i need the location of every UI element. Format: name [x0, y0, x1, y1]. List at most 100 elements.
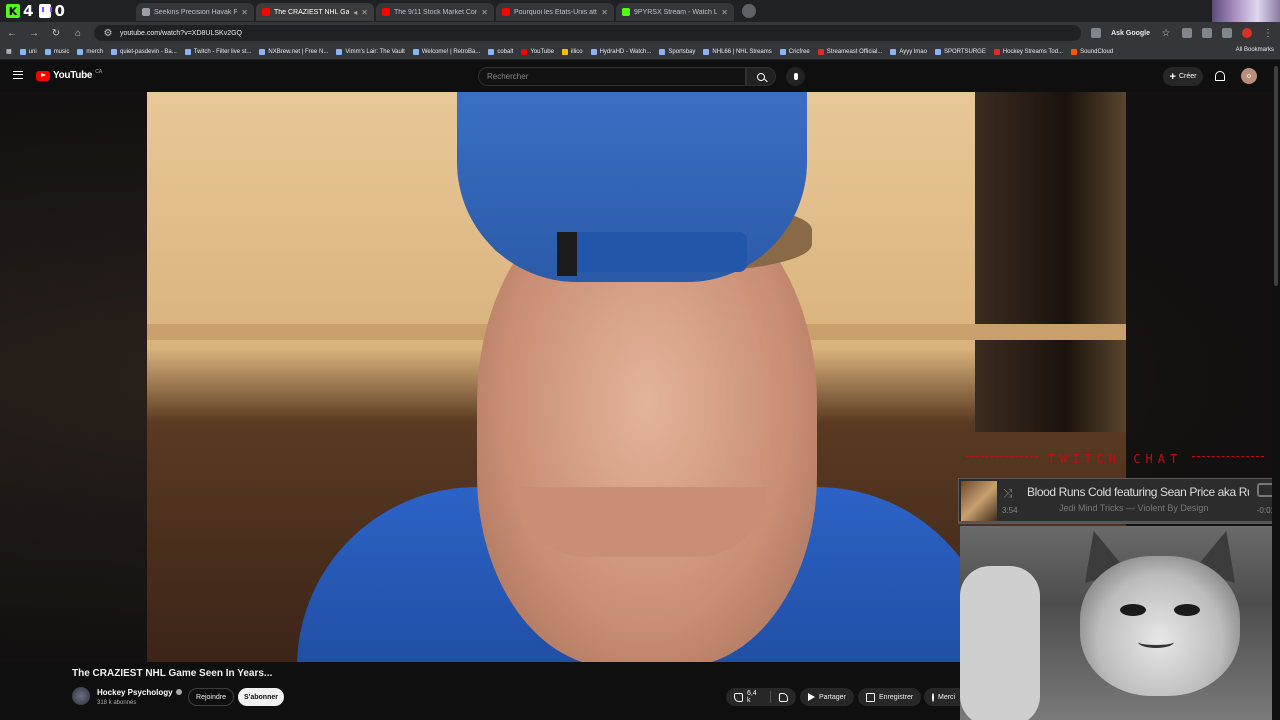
- bookmark-favicon-icon: [336, 48, 343, 55]
- bookmark-item[interactable]: quiet-pasdevin - Ba...: [111, 48, 177, 55]
- bookmark-item[interactable]: Sportsbay: [659, 48, 695, 55]
- bookmark-item[interactable]: Vimm's Lair: The Vault: [336, 48, 405, 55]
- thumbs-down-icon[interactable]: [779, 692, 788, 702]
- subscriber-count: 318 k abonnés: [97, 700, 137, 706]
- bookmark-favicon-icon: [659, 48, 666, 55]
- folder-icon: [77, 48, 84, 55]
- tab-close-icon[interactable]: ✕: [601, 8, 608, 17]
- ask-google-button[interactable]: Ask Google: [1111, 30, 1150, 37]
- bookmark-item[interactable]: uni: [19, 48, 37, 55]
- subscribe-button[interactable]: S'abonner: [238, 688, 284, 706]
- cat-mouth: [1138, 636, 1174, 648]
- profile-icon[interactable]: [1242, 28, 1252, 38]
- youtube-favicon-icon: [382, 8, 390, 16]
- blanket: [960, 566, 1040, 720]
- twitch-icon: [39, 4, 53, 18]
- url-bar[interactable]: ⚙ youtube.com/watch?v=XD8ULSKv2GQ: [94, 25, 1082, 41]
- back-icon[interactable]: ←: [6, 28, 18, 39]
- bookmark-favicon-icon: [111, 48, 118, 55]
- folder-icon: [19, 48, 26, 55]
- browser-tab[interactable]: 9PYRSX Stream - Watch Live o ✕: [616, 3, 734, 21]
- youtube-play-icon: [36, 70, 50, 81]
- bookmark-item[interactable]: merch: [77, 48, 103, 55]
- cat-face: [1080, 556, 1240, 696]
- extension-icon[interactable]: [1222, 28, 1232, 38]
- music-progress-bar: [959, 521, 1280, 523]
- extension-icon[interactable]: [1182, 28, 1192, 38]
- bookmark-item[interactable]: SPORTSURGE: [934, 48, 986, 55]
- twitch-chat-overlay-label: TWITCH CHAT: [955, 452, 1275, 466]
- bookmark-item[interactable]: YouTube: [521, 48, 554, 55]
- channel-name[interactable]: Hockey Psychology: [97, 688, 182, 697]
- save-button[interactable]: Enregistrer: [858, 688, 922, 706]
- tab-close-icon[interactable]: ✕: [481, 8, 488, 17]
- bookmark-item[interactable]: music: [44, 48, 69, 55]
- menu-icon[interactable]: ⋮: [1262, 28, 1274, 39]
- channel-avatar[interactable]: [72, 687, 90, 705]
- bookmark-item[interactable]: cobalt: [488, 48, 513, 55]
- album-art: [961, 481, 997, 523]
- webcam-overlay: [960, 526, 1280, 720]
- thumbs-up-icon[interactable]: [734, 692, 743, 702]
- kick-favicon-icon: [622, 8, 630, 16]
- forward-icon[interactable]: →: [28, 28, 40, 39]
- scrollbar-thumb[interactable]: [1274, 66, 1278, 286]
- browser-tab[interactable]: Pourquoi les Etats-Unis attaqu ✕: [496, 3, 614, 21]
- bookmark-favicon-icon: [703, 48, 710, 55]
- youtube-logo[interactable]: YouTube CA: [36, 69, 102, 81]
- bookmark-item[interactable]: Ayyy lmao: [890, 48, 927, 55]
- bookmark-item[interactable]: HydraHD - Watch...: [590, 48, 651, 55]
- site-info-icon[interactable]: ⚙: [102, 28, 114, 39]
- bookmark-item[interactable]: Cricfree: [779, 48, 810, 55]
- bookmark-item[interactable]: SoundCloud: [1071, 48, 1113, 55]
- search-button[interactable]: [746, 67, 776, 86]
- star-icon[interactable]: ☆: [1160, 28, 1172, 39]
- tab-close-icon[interactable]: ✕: [361, 8, 368, 17]
- share-button[interactable]: Partager: [800, 688, 854, 706]
- search-icon: [757, 72, 765, 81]
- bookmark-favicon-icon: [590, 48, 597, 55]
- bookmark-favicon-icon: [934, 48, 941, 55]
- browser-tab[interactable]: Seekins Precision Havak PH3 II ✕: [136, 3, 254, 21]
- bookmark-item[interactable]: NXBrew.net | Free N...: [259, 48, 328, 55]
- browser-tab-active[interactable]: The CRAZIEST NHL Game ◂ ✕: [256, 3, 374, 21]
- search-input[interactable]: Rechercher: [478, 67, 746, 86]
- cast-icon[interactable]: [1091, 28, 1102, 38]
- create-button[interactable]: + Créer: [1163, 67, 1203, 86]
- save-playlist-icon: [866, 692, 875, 702]
- thanks-button[interactable]: Merci: [924, 688, 960, 706]
- tab-close-icon[interactable]: ✕: [241, 8, 248, 17]
- new-tab-button[interactable]: [742, 4, 756, 18]
- home-icon[interactable]: ⌂: [72, 28, 84, 39]
- bookmark-item[interactable]: Hockey Streams Tod...: [993, 48, 1063, 55]
- apps-icon[interactable]: ▦: [6, 48, 12, 55]
- join-button[interactable]: Rejoindre: [188, 688, 234, 706]
- bookmark-item[interactable]: Streameast Official...: [817, 48, 882, 55]
- youtube-favicon-icon: [262, 8, 270, 16]
- account-avatar[interactable]: o: [1241, 68, 1257, 84]
- extension-icon[interactable]: [1202, 28, 1212, 38]
- verified-badge-icon: [175, 689, 182, 695]
- bookmark-item[interactable]: Welcome! | RetroBa...: [412, 48, 480, 55]
- waveform-right: [1192, 456, 1265, 462]
- all-bookmarks-button[interactable]: All Bookmarks: [1236, 47, 1274, 53]
- browser-tab[interactable]: The 9/11 Stock Market Comp ✕: [376, 3, 494, 21]
- notifications-bell-icon[interactable]: [1215, 71, 1225, 81]
- share-icon: [808, 693, 815, 701]
- tab-close-icon[interactable]: ✕: [721, 8, 728, 17]
- menu-icon[interactable]: [13, 71, 23, 79]
- bookmark-favicon-icon: [488, 48, 495, 55]
- speaker-icon[interactable]: ◂: [353, 8, 357, 17]
- bookmark-item[interactable]: Twitch - Filter live st...: [184, 48, 251, 55]
- cat-eye: [1174, 604, 1200, 616]
- reload-icon[interactable]: ↻: [50, 28, 62, 39]
- bookmark-favicon-icon: [184, 48, 191, 55]
- like-count[interactable]: 6,4 k: [747, 690, 762, 704]
- bookmark-item[interactable]: illico: [561, 48, 583, 55]
- video-background-wall: [975, 92, 1126, 432]
- bookmark-favicon-icon: [259, 48, 266, 55]
- bookmark-favicon-icon: [561, 48, 568, 55]
- bookmark-favicon-icon: [817, 48, 824, 55]
- bookmark-item[interactable]: NHL66 | NHL Streams: [703, 48, 772, 55]
- voice-search-button[interactable]: [786, 67, 805, 86]
